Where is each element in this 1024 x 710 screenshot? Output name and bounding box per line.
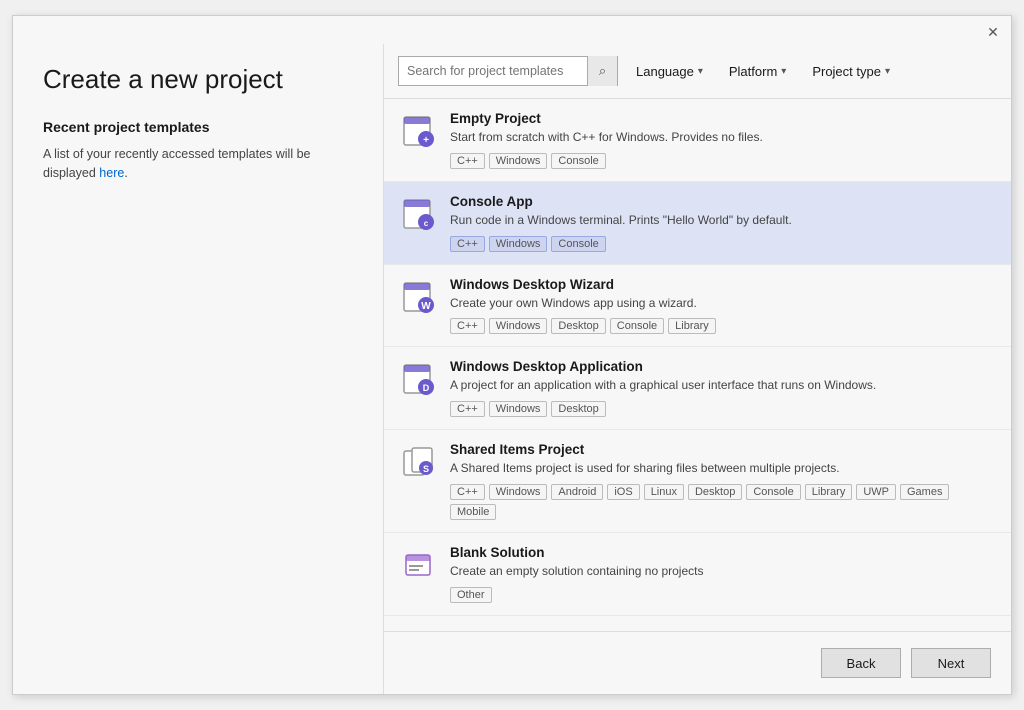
template-item[interactable]: c Console App Run code in a Windows termi… [384,182,1011,265]
template-tag: Console [746,484,800,500]
bottom-bar: Back Next [384,631,1011,694]
search-box[interactable]: ⌕ [398,56,618,86]
template-tags: C++WindowsDesktop [450,401,995,417]
template-name: Shared Items Project [450,442,995,457]
template-tag: Console [610,318,664,334]
template-tag: C++ [450,153,485,169]
left-panel: Create a new project Recent project temp… [13,44,383,694]
template-tags: C++WindowsDesktop ConsoleLibrary [450,318,995,334]
template-item[interactable]: + Empty Project Start from scratch with C… [384,99,1011,182]
template-tag: C++ [450,318,485,334]
next-button[interactable]: Next [911,648,991,678]
svg-text:S: S [423,464,429,474]
template-description: Run code in a Windows terminal. Prints "… [450,212,995,229]
project-type-label: Project type [812,64,881,79]
search-input[interactable] [399,64,587,78]
toolbar: ⌕ Language ▾ Platform ▾ Project type ▾ [384,44,1011,99]
template-tags: C++WindowsConsole [450,153,995,169]
template-icon-wizard: W [400,279,436,315]
template-tag: Desktop [551,318,605,334]
platform-chevron-icon: ▾ [781,66,786,77]
template-info: Windows Desktop Application A project for… [450,359,995,417]
right-panel: ⌕ Language ▾ Platform ▾ Project type ▾ [383,44,1011,694]
project-type-dropdown[interactable]: Project type ▾ [804,60,898,83]
template-description: A Shared Items project is used for shari… [450,460,995,477]
template-item[interactable]: W Windows Desktop Wizard Create your own … [384,265,1011,348]
template-tag: Library [668,318,716,334]
template-description: A project for an application with a grap… [450,377,995,394]
recent-desc: A list of your recently accessed templat… [43,145,353,183]
template-info: Shared Items Project A Shared Items proje… [450,442,995,520]
content-area: Create a new project Recent project temp… [13,44,1011,694]
template-name: Windows Desktop Application [450,359,995,374]
project-type-chevron-icon: ▾ [885,66,890,77]
recent-desc-period: . [124,166,127,180]
svg-text:W: W [421,301,431,312]
template-tag: Windows [489,484,548,500]
language-chevron-icon: ▾ [698,66,703,77]
template-info: Windows Desktop Wizard Create your own Wi… [450,277,995,335]
platform-dropdown[interactable]: Platform ▾ [721,60,794,83]
template-tag: Mobile [450,504,496,520]
template-tag: Other [450,587,492,603]
template-info: Console App Run code in a Windows termina… [450,194,995,252]
template-item[interactable]: Blank Solution Create an empty solution c… [384,533,1011,616]
template-icon-solution [400,547,436,583]
template-tags: Other [450,587,995,603]
platform-label: Platform [729,64,777,79]
language-label: Language [636,64,694,79]
template-description: Create an empty solution containing no p… [450,563,995,580]
template-tag: Windows [489,236,548,252]
template-tag: C++ [450,484,485,500]
template-tag: Windows [489,401,548,417]
search-button[interactable]: ⌕ [587,56,617,86]
template-tag: Desktop [551,401,605,417]
template-tag: iOS [607,484,639,500]
main-window: ✕ Create a new project Recent project te… [12,15,1012,695]
svg-text:D: D [423,383,430,393]
template-name: Windows Desktop Wizard [450,277,995,292]
template-tag: Android [551,484,603,500]
template-icon-console: c [400,196,436,232]
template-info: Empty Project Start from scratch with C++… [450,111,995,169]
template-name: Empty Project [450,111,995,126]
template-item[interactable]: S Shared Items Project A Shared Items pro… [384,430,1011,533]
recent-desc-text: A list of your recently accessed templat… [43,147,310,180]
recent-heading: Recent project templates [43,119,353,135]
svg-text:+: + [423,135,429,146]
template-list: + Empty Project Start from scratch with C… [384,99,1011,631]
title-bar: ✕ [13,16,1011,44]
template-tag: C++ [450,236,485,252]
template-description: Create your own Windows app using a wiza… [450,295,995,312]
template-icon-shared: S [400,444,436,480]
template-tag: UWP [856,484,896,500]
template-icon-desktop: D [400,361,436,397]
template-tag: Desktop [688,484,742,500]
template-icon-empty: + [400,113,436,149]
template-tag: Library [805,484,853,500]
template-tags: C++WindowsAndroidiOS LinuxDesktopConsole L… [450,484,995,520]
template-tag: Windows [489,318,548,334]
template-info: Blank Solution Create an empty solution c… [450,545,995,603]
template-name: Console App [450,194,995,209]
language-dropdown[interactable]: Language ▾ [628,60,711,83]
recent-desc-link[interactable]: here [99,166,124,180]
template-tag: Linux [644,484,684,500]
svg-text:c: c [424,219,429,228]
template-tag: Console [551,153,605,169]
back-button[interactable]: Back [821,648,901,678]
template-name: Blank Solution [450,545,995,560]
template-tag: Games [900,484,949,500]
template-item[interactable]: D Windows Desktop Application A project f… [384,347,1011,430]
template-tag: Console [551,236,605,252]
close-button[interactable]: ✕ [985,24,1001,40]
page-title: Create a new project [43,64,353,95]
template-tags: C++WindowsConsole [450,236,995,252]
template-tag: C++ [450,401,485,417]
template-tag: Windows [489,153,548,169]
template-description: Start from scratch with C++ for Windows.… [450,129,995,146]
